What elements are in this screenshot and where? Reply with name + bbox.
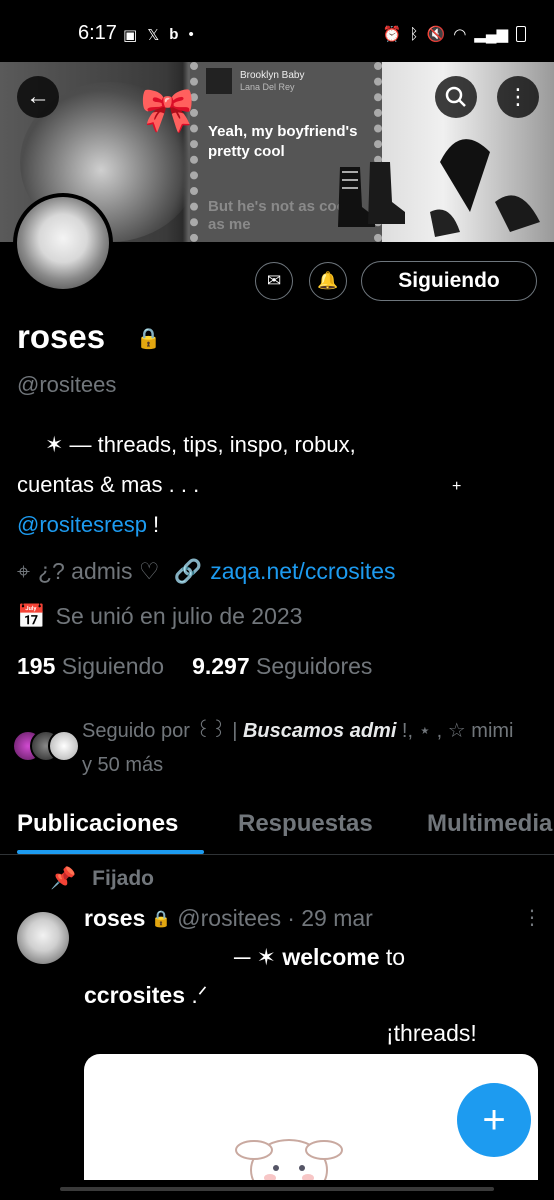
followers-link[interactable]: 9.297 Seguidores xyxy=(192,653,372,680)
pin-icon: 📌 xyxy=(50,867,77,890)
location-text: ¿? admis ♡ xyxy=(37,558,160,584)
joined-text: Se unió en julio de 2023 xyxy=(55,603,303,629)
mail-icon: ✉ xyxy=(266,271,282,290)
bio-mention-link[interactable]: @rositesresp xyxy=(17,512,147,537)
followed-by-prefix: Seguido por ꒰꒱ | xyxy=(82,720,243,742)
followers-label: Seguidores xyxy=(256,653,373,679)
lock-icon: 🔒 xyxy=(136,328,161,350)
alarm-icon: ⏰ xyxy=(382,26,402,43)
lyric-current: Yeah, my boyfriend's pretty cool xyxy=(208,123,358,160)
song-artist: Lana Del Rey xyxy=(240,82,295,92)
tab-respuestas[interactable]: Respuestas xyxy=(238,810,373,838)
display-name: roses xyxy=(17,318,106,355)
post-line-1-suffix: to xyxy=(379,944,406,970)
post-more-icon[interactable]: ⋮ xyxy=(522,905,542,930)
bio-suffix: ! xyxy=(146,512,160,537)
more-vertical-icon: ⋮ xyxy=(507,84,529,109)
follower-avatar-3 xyxy=(48,730,80,762)
x-icon: 𝕏 xyxy=(147,27,160,44)
joined-row: 📅 Se unió en julio de 2023 xyxy=(17,603,302,630)
post-date[interactable]: · 29 mar xyxy=(287,905,373,932)
more-button[interactable]: ⋮ xyxy=(497,76,539,118)
active-tab-indicator xyxy=(17,850,204,854)
mute-icon: 🔇 xyxy=(426,26,446,43)
post-line-3: ¡threads! xyxy=(386,1020,477,1046)
bio-line-3: @rositesresp ! xyxy=(17,505,517,545)
bow-icon: 🎀 xyxy=(140,86,195,135)
bio-decoration: + xyxy=(452,478,462,495)
followed-by-bold: Buscamos admi xyxy=(242,720,397,742)
post-line-2-bold: ccrosites xyxy=(84,982,186,1008)
back-button[interactable]: ← xyxy=(17,76,59,118)
song-title: Brooklyn Baby xyxy=(240,70,305,81)
signal-icon: ▂▄▆ xyxy=(474,26,508,43)
pinned-text: Fijado xyxy=(92,867,154,890)
bluetooth-icon: ᛒ xyxy=(409,25,419,43)
dot-icon: • xyxy=(188,26,194,43)
follow-counts: 195 Siguiendo 9.297 Seguidores xyxy=(17,653,372,680)
battery-icon xyxy=(516,26,526,42)
back-icon: ← xyxy=(26,83,50,110)
status-left-icons: ▣ 𝕏 b • xyxy=(123,26,194,44)
status-time: 6:17 xyxy=(78,22,117,44)
post-avatar[interactable] xyxy=(17,912,69,964)
post-line-1-prefix: ─ ✶ xyxy=(234,944,283,970)
bio-line-2: cuentas & mas . . . xyxy=(17,472,200,497)
following-label: Siguiendo xyxy=(61,653,165,679)
boots-image xyxy=(338,162,405,227)
status-bar: 6:17 ▣ 𝕏 b • ⏰ ᛒ 🔇 ◠ ▂▄▆ xyxy=(0,0,554,62)
album-thumbnail xyxy=(206,68,232,94)
profile-tabs: Publicaciones Respuestas Multimedia xyxy=(0,800,554,855)
post-handle[interactable]: @rositees xyxy=(177,905,281,932)
following-count: 195 xyxy=(17,653,56,679)
bell-check-icon: 🔔 xyxy=(317,271,339,290)
profile-handle: @rositees xyxy=(17,372,117,397)
message-button[interactable]: ✉ xyxy=(255,262,293,300)
status-right-icons: ⏰ ᛒ 🔇 ◠ ▂▄▆ xyxy=(383,25,526,43)
post-line-2: ccrosites .ᐟ xyxy=(84,976,504,1014)
bio-line-1: ✶ — threads, tips, inspo, robux, xyxy=(45,432,356,457)
post-line-1: ─ ✶ welcome to xyxy=(84,938,504,976)
tab-publicaciones[interactable]: Publicaciones xyxy=(17,810,178,838)
avatar-photo xyxy=(17,197,109,289)
followed-by-text: Seguido por ꒰꒱ | Buscamos admi !, ⋆ , ☆ … xyxy=(82,714,522,782)
lock-icon: 🔒 xyxy=(151,910,172,928)
followers-count: 9.297 xyxy=(192,653,250,679)
post-author[interactable]: roses xyxy=(84,905,145,932)
link-icon: 🔗 xyxy=(173,558,203,584)
post-text: ─ ✶ welcome to ccrosites .ᐟ ¡threads! xyxy=(84,938,504,1052)
following-link[interactable]: 195 Siguiendo xyxy=(17,653,164,680)
compose-button[interactable]: + xyxy=(457,1083,531,1157)
profile-bio: ✶ — threads, tips, inspo, robux, cuentas… xyxy=(17,425,517,545)
image-icon: ▣ xyxy=(123,27,138,44)
search-icon xyxy=(445,86,466,107)
profile-meta-row: ⌖ ¿? admis ♡ 🔗 zaqa.net/ccrosites xyxy=(17,558,396,585)
location-icon: ⌖ xyxy=(17,558,30,584)
avatar[interactable] xyxy=(13,193,113,293)
pinned-label: 📌 Fijado xyxy=(50,867,154,891)
website-link[interactable]: zaqa.net/ccrosites xyxy=(210,558,395,585)
search-button[interactable] xyxy=(435,76,477,118)
bing-icon: b xyxy=(169,26,179,43)
wifi-icon: ◠ xyxy=(453,26,467,43)
post-line-2-suffix: .ᐟ xyxy=(185,982,208,1008)
tab-multimedia[interactable]: Multimedia xyxy=(427,810,552,838)
post-header: roses 🔒 @rositees · 29 mar xyxy=(84,905,373,932)
following-button[interactable]: Siguiendo xyxy=(361,261,537,301)
notifications-button[interactable]: 🔔 xyxy=(309,262,347,300)
post-line-1-bold: welcome xyxy=(282,944,380,970)
gesture-handle[interactable] xyxy=(60,1187,494,1191)
calendar-icon: 📅 xyxy=(17,603,46,629)
